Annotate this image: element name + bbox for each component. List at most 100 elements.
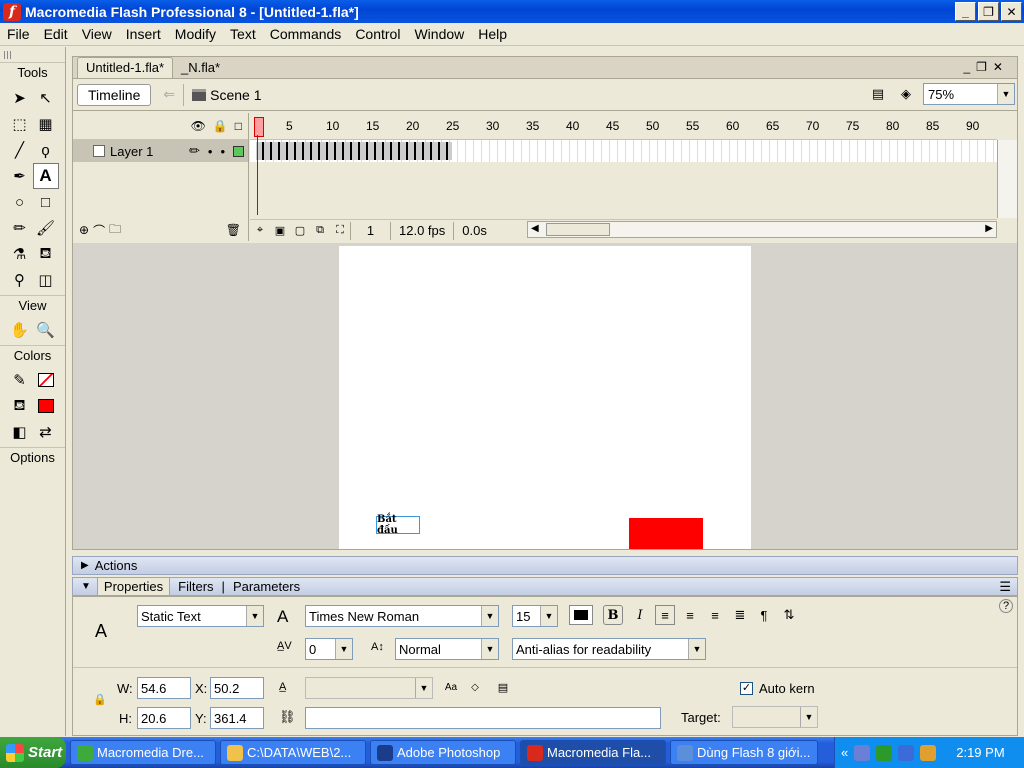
doc-tab-n[interactable]: _N.fla*: [173, 58, 228, 78]
flash-app-icon[interactable]: f: [3, 2, 21, 21]
hand-tool-icon[interactable]: ✋: [7, 317, 33, 343]
free-transform-tool-icon[interactable]: ⬚: [7, 111, 33, 137]
traffic-light-icon[interactable]: [876, 744, 893, 761]
tab-filters[interactable]: Filters: [170, 579, 221, 594]
doc-tab-untitled-1[interactable]: Untitled-1.fla*: [77, 57, 174, 78]
menu-window[interactable]: Window: [407, 26, 471, 42]
border-icon[interactable]: ▤: [493, 677, 513, 697]
menu-text[interactable]: Text: [223, 26, 263, 42]
character-position-select[interactable]: Normal ▼: [395, 638, 499, 660]
timeline-toggle-button[interactable]: Timeline: [77, 83, 152, 106]
help-icon[interactable]: ?: [999, 599, 1013, 613]
text-type-select[interactable]: Static Text ▼: [137, 605, 264, 627]
line-tool-icon[interactable]: ╱: [7, 137, 33, 163]
chevron-down-icon[interactable]: ▼: [997, 84, 1014, 104]
close-button[interactable]: ✕: [1001, 2, 1022, 21]
align-center-icon[interactable]: ≡: [680, 605, 700, 625]
menu-view[interactable]: View: [75, 26, 119, 42]
antialias-select[interactable]: Anti-alias for readability ▼: [512, 638, 706, 660]
eye-icon[interactable]: 👁: [191, 119, 206, 133]
text-tool-icon[interactable]: A: [32, 163, 59, 189]
menu-modify[interactable]: Modify: [168, 26, 223, 42]
height-field[interactable]: 20.6: [137, 707, 191, 729]
fill-color-swatch[interactable]: [33, 393, 59, 419]
tools-grip[interactable]: [0, 47, 65, 63]
onion-outlines-icon[interactable]: ▢: [290, 222, 310, 240]
security-shield-icon[interactable]: [898, 744, 915, 761]
x-field[interactable]: 50.2: [210, 677, 264, 699]
network-icon[interactable]: [854, 744, 871, 761]
outline-color-box[interactable]: [233, 145, 244, 157]
layer-name[interactable]: Layer 1: [110, 144, 153, 159]
frame-rate[interactable]: 12.0 fps: [390, 221, 453, 240]
eyedropper-tool-icon[interactable]: ⚲: [7, 267, 33, 293]
variable-select[interactable]: ▼: [305, 677, 433, 699]
stroke-color-icon[interactable]: ✎: [7, 367, 33, 393]
task-explorer[interactable]: C:\DATA\WEB\2...: [220, 740, 366, 765]
letter-spacing-field[interactable]: 0 ▼: [305, 638, 353, 660]
rectangle-tool-icon[interactable]: □: [33, 189, 59, 215]
stage-pasteboard[interactable]: Bắt đầu: [73, 243, 1017, 549]
menu-file[interactable]: File: [0, 26, 37, 42]
chevron-down-icon[interactable]: ▼: [415, 678, 432, 698]
task-browser[interactable]: Dùng Flash 8 giới...: [670, 740, 818, 765]
center-frame-icon[interactable]: ⌖: [250, 222, 270, 240]
pen-tool-icon[interactable]: ✒: [7, 163, 33, 189]
outline-icon[interactable]: □: [235, 119, 242, 133]
lock-icon[interactable]: 🔒: [213, 119, 228, 133]
align-right-icon[interactable]: ≡: [705, 605, 725, 625]
zoom-tool-icon[interactable]: 🔍: [33, 317, 59, 343]
layer-row[interactable]: Layer 1 ✏ • •: [73, 140, 248, 162]
menu-commands[interactable]: Commands: [263, 26, 349, 42]
font-family-select[interactable]: Times New Roman ▼: [305, 605, 499, 627]
swap-colors-icon[interactable]: ⇄: [33, 419, 59, 445]
url-link-field[interactable]: [305, 707, 661, 729]
chevron-down-icon[interactable]: ▼: [335, 639, 352, 659]
clock[interactable]: 2:19 PM: [956, 745, 1004, 760]
expand-arrow-icon[interactable]: ▶: [81, 560, 89, 571]
add-motion-guide-icon[interactable]: ⌒: [93, 222, 105, 239]
oval-tool-icon[interactable]: ○: [7, 189, 33, 215]
task-dreamweaver[interactable]: Macromedia Dre...: [70, 740, 216, 765]
insert-folder-icon[interactable]: 🗀: [109, 220, 121, 241]
font-size-field[interactable]: 15 ▼: [512, 605, 558, 627]
doc-window-controls[interactable]: _❐✕: [964, 60, 1010, 74]
scroll-left-icon[interactable]: ◀: [531, 223, 539, 234]
menu-help[interactable]: Help: [471, 26, 514, 42]
stage-red-rectangle[interactable]: [629, 518, 703, 549]
insert-layer-icon[interactable]: ⊕: [79, 223, 89, 237]
restore-button[interactable]: ❐: [978, 2, 999, 21]
timeline-v-scrollbar[interactable]: [997, 140, 1017, 218]
tab-parameters[interactable]: Parameters: [225, 579, 308, 594]
tab-properties[interactable]: Properties: [96, 577, 171, 596]
bold-button[interactable]: B: [603, 605, 623, 625]
chevron-down-icon[interactable]: ▼: [540, 606, 557, 626]
chevron-down-icon[interactable]: ▼: [688, 639, 705, 659]
auto-kern-checkbox[interactable]: ✓: [740, 682, 753, 695]
selectable-icon[interactable]: Aa: [441, 677, 461, 697]
chevron-down-icon[interactable]: ▼: [481, 639, 498, 659]
ink-bottle-tool-icon[interactable]: ⚗: [7, 241, 33, 267]
justify-icon[interactable]: ≣: [730, 605, 750, 625]
timeline-h-scrollbar[interactable]: ◀ ▶: [527, 221, 997, 238]
collapse-arrow-icon[interactable]: ▼: [81, 581, 91, 592]
chevron-down-icon[interactable]: ▼: [481, 606, 498, 626]
task-photoshop[interactable]: Adobe Photoshop: [370, 740, 516, 765]
edit-scene-icon[interactable]: ▤: [867, 83, 889, 105]
align-left-icon[interactable]: ≡: [655, 605, 675, 625]
minimize-button[interactable]: _: [955, 2, 976, 21]
start-button[interactable]: Start: [0, 737, 66, 768]
lock-proportions-icon[interactable]: 🔒: [93, 693, 107, 706]
subselection-tool-icon[interactable]: ↖: [33, 85, 59, 111]
italic-button[interactable]: I: [630, 605, 650, 625]
chevron-down-icon[interactable]: ▼: [246, 606, 263, 626]
panel-options-icon[interactable]: ☰: [999, 579, 1011, 595]
eraser-tool-icon[interactable]: ◫: [33, 267, 59, 293]
lasso-tool-icon[interactable]: ϙ: [33, 137, 59, 163]
render-html-icon[interactable]: ◇: [465, 677, 485, 697]
task-flash[interactable]: Macromedia Fla...: [520, 740, 666, 765]
paint-bucket-tool-icon[interactable]: ⛾: [33, 241, 59, 267]
brush-tool-icon[interactable]: 🖌: [33, 215, 59, 241]
trash-icon[interactable]: 🗑: [226, 223, 241, 237]
stage-text-object[interactable]: Bắt đầu: [376, 514, 420, 536]
